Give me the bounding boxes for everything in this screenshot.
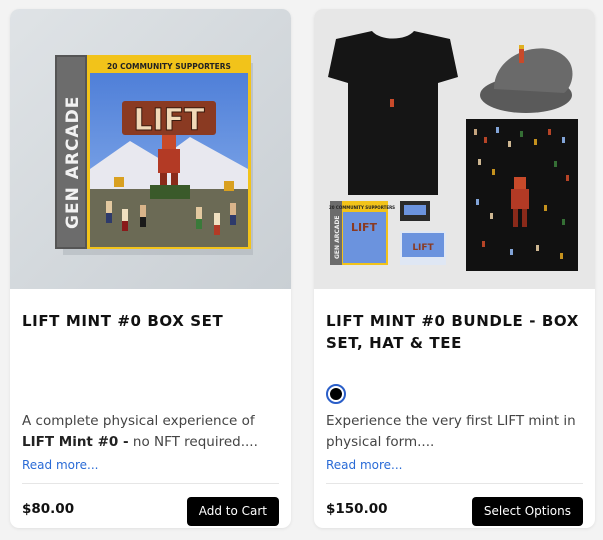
description-text: A complete physical experience of (22, 413, 255, 429)
product-body-box-set: LIFT MINT #0 BOX SET A complete physical… (22, 289, 279, 528)
color-swatch-black[interactable] (326, 384, 346, 404)
product-image-box-set[interactable]: GEN ARCADE 20 COMMUNITY SUPPORTERS LIFT (10, 9, 291, 289)
box-banner-text: 20 COMMUNITY SUPPORTERS (107, 62, 231, 71)
bundle-image: 20 COMMUNITY SUPPORTERS LIFT GEN ARCADE … (314, 9, 595, 289)
description-bold-text: LIFT Mint #0 - (22, 434, 129, 450)
product-price: $150.00 (326, 501, 388, 517)
product-title[interactable]: LIFT MINT #0 BOX SET (22, 310, 279, 332)
collector-card-logo: LIFT (412, 243, 434, 253)
read-more-link[interactable]: Read more... (22, 458, 99, 472)
description-text-end: no NFT required.... (128, 434, 258, 450)
box-logo-text: LIFT (133, 103, 205, 138)
mini-box-spine: GEN ARCADE (334, 215, 341, 259)
box-spine-text: GEN ARCADE (63, 96, 83, 229)
select-options-button[interactable]: Select Options (471, 497, 583, 526)
product-description: Experience the very first LIFT mint in p… (326, 413, 576, 450)
add-to-cart-button[interactable]: Add to Cart (186, 497, 279, 526)
product-image-bundle[interactable]: 20 COMMUNITY SUPPORTERS LIFT GEN ARCADE … (314, 9, 595, 289)
mini-box-banner: 20 COMMUNITY SUPPORTERS (329, 205, 395, 210)
product-price: $80.00 (22, 501, 75, 517)
product-card-bundle: 20 COMMUNITY SUPPORTERS LIFT GEN ARCADE … (314, 9, 595, 528)
box-set-image: GEN ARCADE 20 COMMUNITY SUPPORTERS LIFT (10, 9, 291, 289)
product-body-bundle: LIFT MINT #0 BUNDLE - BOX SET, HAT & TEE… (326, 289, 583, 528)
divider (326, 483, 583, 484)
product-title[interactable]: LIFT MINT #0 BUNDLE - BOX SET, HAT & TEE (326, 310, 583, 354)
product-card-box-set: GEN ARCADE 20 COMMUNITY SUPPORTERS LIFT (10, 9, 291, 528)
read-more-link[interactable]: Read more... (326, 458, 403, 472)
product-grid: GEN ARCADE 20 COMMUNITY SUPPORTERS LIFT (0, 0, 603, 540)
mini-box-logo: LIFT (351, 221, 378, 234)
product-description: A complete physical experience of LIFT M… (22, 411, 279, 453)
divider (22, 483, 279, 484)
